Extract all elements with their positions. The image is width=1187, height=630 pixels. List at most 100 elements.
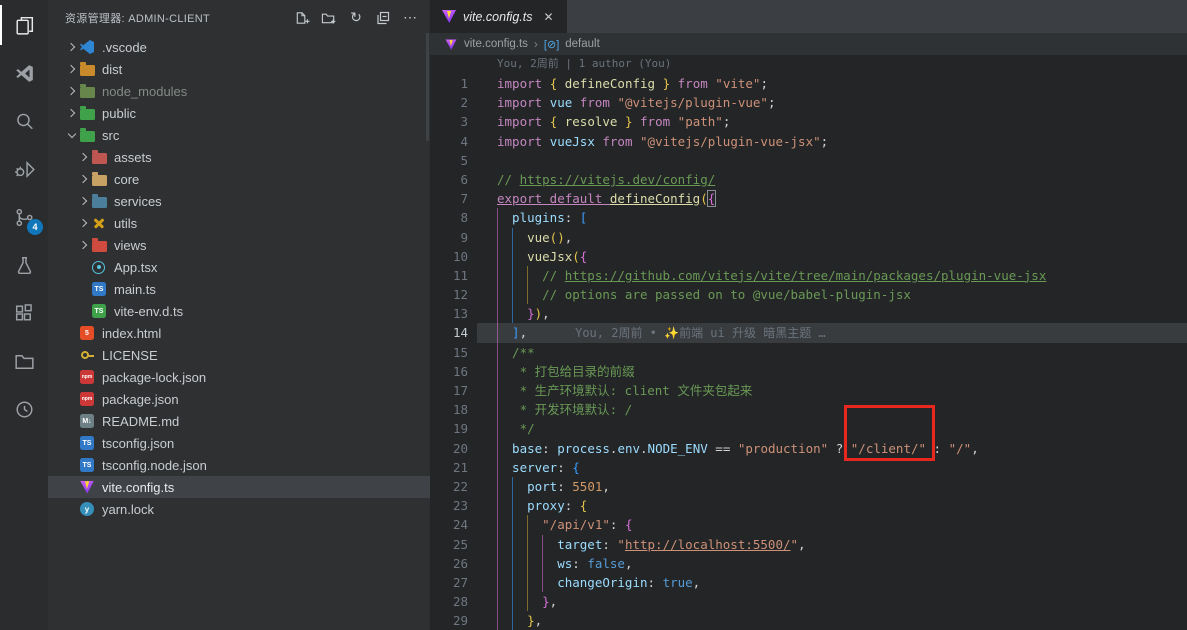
collapse-all-icon[interactable]	[373, 8, 393, 28]
code-line-17[interactable]: 17 * 生产环境默认: client 文件夹包起来	[430, 381, 1187, 400]
chevron-spacer	[64, 347, 80, 363]
sidebar-scrollbar[interactable]	[426, 33, 429, 141]
code-token: "	[617, 537, 625, 552]
tree-item-services[interactable]: services	[48, 190, 430, 212]
code-line-21[interactable]: 21 server: {	[430, 458, 1187, 477]
close-tab-icon[interactable]: ✕	[539, 8, 557, 26]
new-file-icon[interactable]	[292, 8, 312, 28]
tree-item-LICENSE[interactable]: LICENSE	[48, 344, 430, 366]
source-control-icon[interactable]: 4	[0, 204, 48, 230]
tree-item-vite.config.ts[interactable]: vite.config.ts	[48, 476, 430, 498]
code-line-20[interactable]: 20 base: process.env.NODE_ENV == "produc…	[430, 439, 1187, 458]
tree-item-label: App.tsx	[114, 260, 157, 275]
tree-item-tsconfig.json[interactable]: TStsconfig.json	[48, 432, 430, 454]
tree-item-vite-env.d.ts[interactable]: TSvite-env.d.ts	[48, 300, 430, 322]
code-token	[505, 383, 513, 398]
project-folder-icon[interactable]	[0, 348, 48, 374]
tree-item-package.json[interactable]: npmpackage.json	[48, 388, 430, 410]
code-line-1[interactable]: 1import { defineConfig } from "vite";	[430, 74, 1187, 93]
tree-item-utils[interactable]: utils	[48, 212, 430, 234]
code-line-10[interactable]: 10 vueJsx({	[430, 247, 1187, 266]
run-debug-icon[interactable]	[0, 156, 48, 182]
code-line-4[interactable]: 4import vueJsx from "@vitejs/plugin-vue-…	[430, 132, 1187, 151]
vite-file-icon	[442, 10, 456, 23]
tree-item-yarn.lock[interactable]: yyarn.lock	[48, 498, 430, 520]
tree-item-label: views	[114, 238, 147, 253]
chevron-right-icon[interactable]	[64, 105, 80, 121]
tab-vite-config[interactable]: vite.config.ts ✕	[430, 0, 567, 33]
tree-item-dist[interactable]: dist	[48, 58, 430, 80]
tree-item-core[interactable]: core	[48, 168, 430, 190]
code-line-12[interactable]: 12 // options are passed on to @vue/babe…	[430, 285, 1187, 304]
code-line-3[interactable]: 3import { resolve } from "path";	[430, 112, 1187, 131]
chevron-right-icon[interactable]	[76, 171, 92, 187]
code-line-18[interactable]: 18 * 开发环境默认: /	[430, 400, 1187, 419]
code-line-7[interactable]: 7export default defineConfig({	[430, 189, 1187, 208]
code-line-26[interactable]: 26 ws: false,	[430, 554, 1187, 573]
tree-item-main.ts[interactable]: TSmain.ts	[48, 278, 430, 300]
tree-item-index.html[interactable]: 5index.html	[48, 322, 430, 344]
code-line-13[interactable]: 13 }),	[430, 304, 1187, 323]
more-actions-icon[interactable]: ⋯	[400, 8, 420, 28]
chevron-right-icon[interactable]	[64, 83, 80, 99]
breadcrumb-file[interactable]: vite.config.ts	[464, 38, 528, 50]
line-number: 9	[430, 228, 468, 247]
chevron-right-icon[interactable]	[64, 61, 80, 77]
code-line-22[interactable]: 22 port: 5501,	[430, 477, 1187, 496]
code-line-14[interactable]: 14 ],You, 2周前 • ✨前端 ui 升级 暗黑主题 …	[430, 323, 1187, 342]
code-line-5[interactable]: 5	[430, 151, 1187, 170]
search-icon[interactable]	[0, 108, 48, 134]
chevron-right-icon[interactable]	[76, 237, 92, 253]
line-number: 25	[430, 535, 468, 554]
tree-item-src[interactable]: src	[48, 124, 430, 146]
code-line-15[interactable]: 15 /**	[430, 343, 1187, 362]
code-line-9[interactable]: 9 vue(),	[430, 228, 1187, 247]
breadcrumb-symbol[interactable]: default	[565, 38, 600, 50]
code-line-19[interactable]: 19 */	[430, 419, 1187, 438]
tree-item-App.tsx[interactable]: App.tsx	[48, 256, 430, 278]
code-line-16[interactable]: 16 * 打包给目录的前缀	[430, 362, 1187, 381]
code-line-28[interactable]: 28 },	[430, 592, 1187, 611]
code-line-11[interactable]: 11 // https://github.com/vitejs/vite/tre…	[430, 266, 1187, 285]
tree-item-assets[interactable]: assets	[48, 146, 430, 168]
tree-item-README.md[interactable]: M↓README.md	[48, 410, 430, 432]
chevron-right-icon[interactable]	[64, 39, 80, 55]
extensions-icon[interactable]	[0, 300, 48, 326]
git-history-icon[interactable]	[0, 396, 48, 422]
new-folder-icon[interactable]	[319, 8, 339, 28]
tree-item-label: utils	[114, 216, 137, 231]
tree-item-package-lock.json[interactable]: npmpackage-lock.json	[48, 366, 430, 388]
explorer-icon[interactable]	[0, 12, 48, 38]
line-number: 17	[430, 381, 468, 400]
code-token: ,	[971, 441, 979, 456]
code-token: server	[512, 460, 557, 475]
code-line-24[interactable]: 24 "/api/v1": {	[430, 515, 1187, 534]
code-line-25[interactable]: 25 target: "http://localhost:5500/",	[430, 535, 1187, 554]
code-token	[520, 498, 528, 513]
tree-item-label: main.ts	[114, 282, 156, 297]
vs-logo-icon[interactable]	[0, 60, 48, 86]
chevron-spacer	[76, 281, 92, 297]
chevron-right-icon[interactable]	[76, 193, 92, 209]
tree-item-public[interactable]: public	[48, 102, 430, 124]
code-line-29[interactable]: 29 },	[430, 611, 1187, 630]
chevron-down-icon[interactable]	[64, 127, 80, 143]
code-editor[interactable]: You, 2周前 | 1 author (You) 1import { defi…	[430, 55, 1187, 630]
tree-item-views[interactable]: views	[48, 234, 430, 256]
testing-icon[interactable]	[0, 252, 48, 278]
code-line-8[interactable]: 8 plugins: [	[430, 208, 1187, 227]
code-line-23[interactable]: 23 proxy: {	[430, 496, 1187, 515]
chevron-right-icon[interactable]	[76, 215, 92, 231]
code-token: false	[587, 556, 625, 571]
code-token: //	[497, 172, 520, 187]
indent-guide	[497, 496, 505, 515]
tree-item-.vscode[interactable]: .vscode	[48, 36, 430, 58]
code-token: {	[708, 191, 716, 206]
code-line-6[interactable]: 6// https://vitejs.dev/config/	[430, 170, 1187, 189]
refresh-icon[interactable]: ↻	[346, 8, 366, 28]
tree-item-node_modules[interactable]: node_modules	[48, 80, 430, 102]
tree-item-tsconfig.node.json[interactable]: TStsconfig.node.json	[48, 454, 430, 476]
code-line-27[interactable]: 27 changeOrigin: true,	[430, 573, 1187, 592]
code-line-2[interactable]: 2import vue from "@vitejs/plugin-vue";	[430, 93, 1187, 112]
chevron-right-icon[interactable]	[76, 149, 92, 165]
